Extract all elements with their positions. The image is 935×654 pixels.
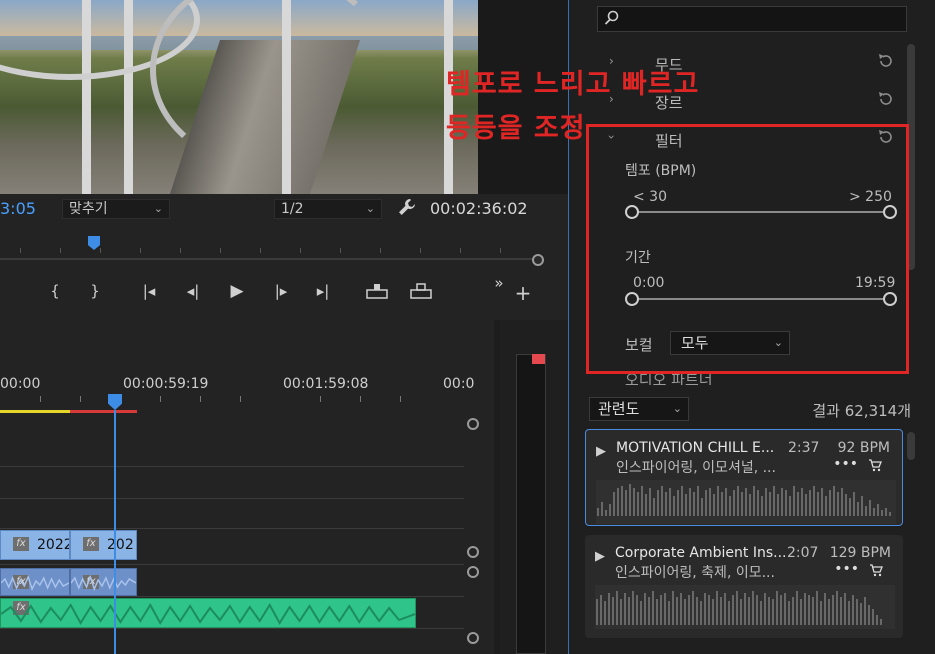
track-waveform[interactable] [595,585,895,629]
fit-dropdown[interactable]: 맞추기 ⌄ [62,199,170,219]
play-icon[interactable]: ▶ [596,444,606,459]
video-clip[interactable]: fx 202 [70,530,137,560]
clip-label: 2022 [37,537,70,553]
sort-dropdown[interactable]: 관련도 ⌄ [589,397,689,421]
render-bar [0,410,137,413]
track-waveform[interactable] [596,480,896,524]
clip-label: 202 [107,537,134,553]
video-clip[interactable]: fx 2022 [0,530,70,560]
clip-indicator [532,354,545,364]
track-scroll-handle[interactable] [467,632,479,644]
fit-dropdown-value: 맞추기 [69,201,108,217]
audio-meter [500,320,568,654]
track-duration: 2:07 [787,545,819,561]
sort-dropdown-value: 관련도 [598,400,640,418]
audio-clip[interactable]: fx [0,568,70,596]
lift-icon[interactable] [366,282,388,300]
track-duration: 2:37 [788,440,820,456]
go-to-out-button[interactable]: ▸| [312,280,334,302]
mark-in-button[interactable]: { [44,280,66,302]
timeline-panel: 00:00 00:00:59:19 00:01:59:08 00:0 fx 20… [0,320,494,654]
playhead-timecode[interactable]: 3:05 [0,199,36,218]
track-bpm: 129 BPM [829,545,891,561]
search-input[interactable] [597,6,907,32]
music-clip[interactable]: fx [0,598,416,628]
track-title: Corporate Ambient Ins... [615,545,787,561]
track-card[interactable]: ▶ Corporate Ambient Ins... 2:07 129 BPM … [585,535,903,638]
results-scrollbar[interactable] [907,432,915,460]
reset-icon[interactable] [877,52,895,70]
track-title: MOTIVATION CHILL E... [616,440,775,456]
resolution-dropdown[interactable]: 1/2 ⌄ [274,199,382,219]
zoom-handle[interactable] [532,254,544,266]
step-forward-button[interactable]: |▸ [270,280,292,302]
play-icon[interactable]: ▶ [595,549,605,564]
monitor-scrubber[interactable] [0,232,548,266]
annotation-line-2: 등등을 조정 [446,113,586,144]
fx-badge-icon: fx [83,537,99,551]
fx-badge-icon: fx [13,537,29,551]
reset-icon[interactable] [877,90,895,108]
monitor-toolbar: 3:05 맞추기 ⌄ 1/2 ⌄ 00:02:36:02 [0,196,568,226]
ruler-time: 00:01:59:08 [283,376,369,392]
track-bpm: 92 BPM [837,440,890,456]
chevron-down-icon: ⌄ [153,202,163,215]
ruler-time: 00:00:59:19 [123,376,209,392]
time-ruler[interactable]: 00:00 00:00:59:19 00:01:59:08 00:0 [0,372,494,412]
annotation-line-1: 템포로 느리고 빠르고 [446,69,700,100]
program-monitor: 3:05 맞추기 ⌄ 1/2 ⌄ 00:02:36:02 { } |◂ ◂| ▶… [0,0,568,320]
track-card[interactable]: ▶ MOTIVATION CHILL E... 2:37 92 BPM 인스파이… [585,429,903,526]
transport-controls: { } |◂ ◂| ▶ |▸ ▸| » + [0,272,548,312]
ruler-time: 00:0 [443,376,475,392]
more-controls-icon[interactable]: » [488,272,510,294]
step-back-button[interactable]: ◂| [182,280,204,302]
extract-icon[interactable] [410,282,432,300]
track-tags: 인스파이어링, 이모셔널, ... [616,460,776,476]
highlight-box [586,124,909,374]
track-scroll-handle[interactable] [467,566,479,578]
cart-icon[interactable] [868,458,882,472]
wrench-icon[interactable] [398,198,416,216]
play-button[interactable]: ▶ [226,280,248,302]
chevron-down-icon: ⌄ [672,402,682,415]
search-icon [604,10,619,25]
track-tags: 인스파이어링, 축제, 이모... [615,565,775,581]
playhead-line [114,410,116,654]
track-scroll-handle[interactable] [467,546,479,558]
results-count: 결과 62,314개 [812,402,911,420]
track-scroll-handle[interactable] [467,418,479,430]
more-options-icon[interactable]: ••• [834,561,859,577]
video-preview [0,0,478,194]
section-audio-partners[interactable]: 오디오 파트너 [625,373,713,385]
more-options-icon[interactable]: ••• [833,456,858,472]
ruler-time: 00:00 [0,376,41,392]
add-button-icon[interactable]: + [512,282,534,304]
duration-timecode: 00:02:36:02 [430,199,528,218]
resolution-dropdown-value: 1/2 [281,201,304,217]
monitor-playhead[interactable] [88,236,100,250]
chevron-down-icon: ⌄ [365,202,375,215]
go-to-in-button[interactable]: |◂ [138,280,160,302]
mark-out-button[interactable]: } [84,280,106,302]
audio-clip[interactable]: fx [70,568,137,596]
cart-icon[interactable] [869,563,883,577]
